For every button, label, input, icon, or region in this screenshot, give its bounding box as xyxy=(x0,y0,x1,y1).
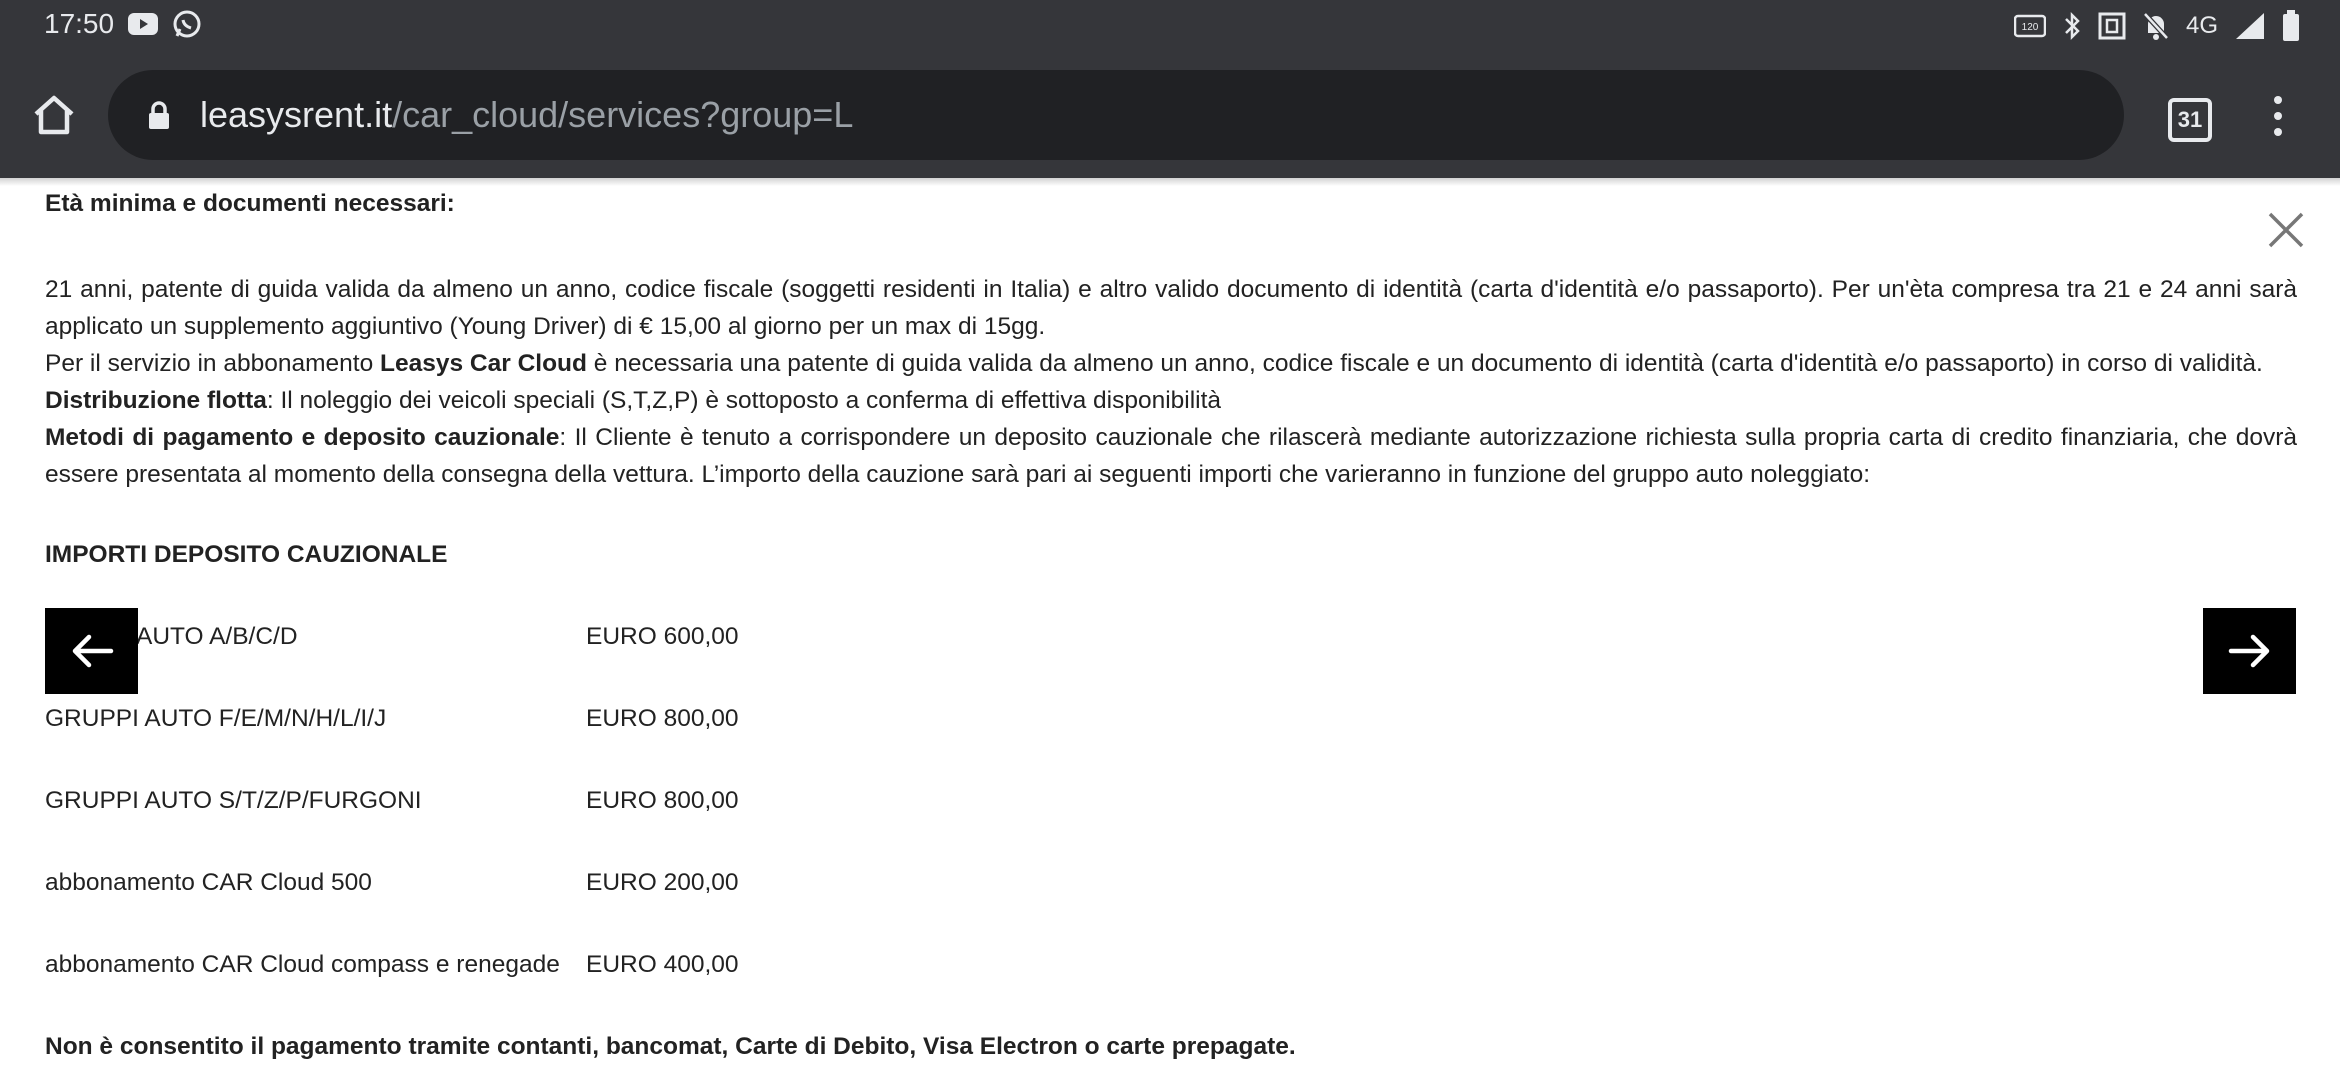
leasys-car-cloud-label: Leasys Car Cloud xyxy=(380,350,587,377)
deposit-row-value: EURO 400,00 xyxy=(586,951,739,978)
screen-icon xyxy=(2098,12,2126,40)
lock-icon xyxy=(146,100,172,135)
close-button[interactable] xyxy=(2266,210,2306,250)
next-arrow-button[interactable] xyxy=(2203,608,2296,694)
arrow-right-icon xyxy=(2228,634,2269,668)
deposit-row-value: EURO 600,00 xyxy=(586,623,739,650)
home-button[interactable] xyxy=(28,90,80,142)
payment-note: Non è consentito il pagamento tramite co… xyxy=(45,1033,1296,1060)
tab-switcher-button[interactable]: 31 xyxy=(2168,98,2212,142)
url-host: leasysrent.it xyxy=(200,94,393,135)
deposit-row-value: EURO 200,00 xyxy=(586,869,739,896)
deposit-row-value: EURO 800,00 xyxy=(586,787,739,814)
address-bar[interactable]: leasysrent.it/car_cloud/services?group=L xyxy=(108,70,2124,160)
previous-arrow-button[interactable] xyxy=(45,608,138,694)
close-icon xyxy=(2268,212,2304,248)
arrow-left-icon xyxy=(72,634,113,668)
battery-icon xyxy=(2282,10,2300,42)
url-path: /car_cloud/services?group=L xyxy=(392,94,854,135)
deposit-row-value: EURO 800,00 xyxy=(586,705,739,732)
status-bar: 17:50 120 4G xyxy=(0,0,2340,52)
paragraph-fleet: Distribuzione flotta: Il noleggio dei ve… xyxy=(45,382,2297,419)
fleet-label: Distribuzione flotta xyxy=(45,387,267,414)
url-text: leasysrent.it/car_cloud/services?group=L xyxy=(200,94,853,136)
payment-label: Metodi di pagamento e deposito cauzional… xyxy=(45,424,560,451)
browser-toolbar: leasysrent.it/car_cloud/services?group=L… xyxy=(0,52,2340,178)
paragraph-age: 21 anni, patente di guida valida da alme… xyxy=(45,276,2297,340)
bluetooth-icon xyxy=(2062,11,2082,41)
section-title: Età minima e documenti necessari: xyxy=(45,190,455,217)
mute-icon xyxy=(2142,11,2170,41)
para2-text-end: è necessaria una patente di guida valida… xyxy=(586,350,2263,377)
page-content: Età minima e documenti necessari: 21 ann… xyxy=(0,178,2340,1080)
para2-text: Per il servizio in abbonamento xyxy=(45,350,381,377)
nfc-icon: 120 xyxy=(2013,14,2046,38)
paragraph-payment: Metodi di pagamento e deposito cauzional… xyxy=(45,419,2297,493)
signal-icon xyxy=(2234,11,2266,41)
fleet-text: : Il noleggio dei veicoli speciali (S,T,… xyxy=(266,387,1222,414)
deposit-row-label: GRUPPI AUTO F/E/M/N/H/L/I/J xyxy=(45,705,387,732)
svg-text:120: 120 xyxy=(2022,22,2039,33)
deposit-row-label: GRUPPI AUTO S/T/Z/P/FURGONI xyxy=(45,787,422,814)
youtube-icon xyxy=(128,13,159,35)
network-4g-icon: 4G xyxy=(2185,12,2218,39)
home-icon xyxy=(34,95,74,135)
deposit-row-label: AUTO A/B/C/D xyxy=(136,623,298,650)
deposit-row-label: abbonamento CAR Cloud compass e renegade xyxy=(45,951,560,978)
deposit-heading: IMPORTI DEPOSITO CAUZIONALE xyxy=(45,541,448,568)
clock: 17:50 xyxy=(44,8,115,39)
overflow-menu-button[interactable] xyxy=(2268,96,2288,140)
deposit-row-label: abbonamento CAR Cloud 500 xyxy=(45,869,372,896)
paragraph-car-cloud: Per il servizio in abbonamento Leasys Ca… xyxy=(45,345,2297,382)
whatsapp-icon xyxy=(172,9,202,39)
